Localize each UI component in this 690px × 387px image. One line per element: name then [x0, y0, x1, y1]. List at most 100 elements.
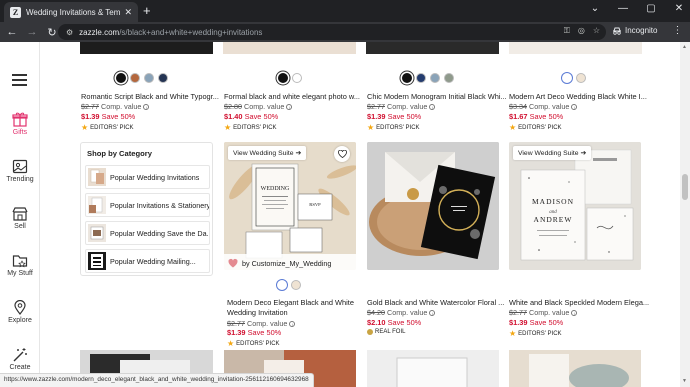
browser-tab[interactable]: Z Wedding Invitations & Templates ✕: [4, 2, 138, 22]
shop-by-category-panel: Shop by Category Popular Wedding Invitat…: [80, 142, 213, 276]
color-swatch[interactable]: [278, 73, 288, 83]
sale-amount: $1.39: [509, 318, 528, 327]
sale-price: $1.39 Save 50%: [509, 318, 563, 327]
color-swatch[interactable]: [444, 73, 454, 83]
color-swatch[interactable]: [116, 73, 126, 83]
save-percent: Save 50%: [387, 318, 422, 327]
product-title-line2[interactable]: Wedding Invitation: [227, 308, 367, 317]
product-image[interactable]: [223, 42, 356, 54]
color-swatch[interactable]: [430, 73, 440, 83]
forward-button[interactable]: →: [22, 26, 42, 38]
sidebar-item-trending[interactable]: Trending: [0, 159, 40, 183]
close-window-button[interactable]: ✕: [672, 3, 686, 14]
color-swatch[interactable]: [292, 73, 302, 83]
category-item[interactable]: Popular Wedding Invitations: [85, 165, 210, 189]
original-price: $4.20: [367, 308, 385, 317]
tab-close-icon[interactable]: ✕: [124, 7, 132, 18]
product-title[interactable]: White and Black Speckled Modern Elega...: [509, 298, 649, 307]
product-title[interactable]: Modern Deco Elegant Black and White: [227, 298, 367, 307]
product-title[interactable]: Chic Modern Monogram Initial Black Whi..…: [367, 92, 507, 101]
heart-icon: [337, 150, 347, 158]
tab-search-icon[interactable]: ⌄: [588, 3, 602, 14]
category-item[interactable]: Popular Wedding Mailing...: [85, 249, 210, 273]
product-image[interactable]: WEDDING RSVP: [224, 142, 356, 270]
maximize-button[interactable]: ▢: [644, 3, 658, 14]
back-button[interactable]: ←: [2, 26, 22, 38]
minimize-button[interactable]: —: [616, 3, 630, 14]
product-title[interactable]: Formal black and white elegant photo w..…: [224, 92, 364, 101]
color-swatch[interactable]: [576, 73, 586, 83]
info-icon[interactable]: i: [429, 104, 436, 111]
product-image[interactable]: [509, 42, 642, 54]
info-icon[interactable]: i: [143, 104, 150, 111]
color-swatch[interactable]: [291, 280, 301, 290]
comp-value: $2.77 Comp. value i: [227, 319, 296, 328]
star-icon: ★: [509, 123, 517, 132]
sale-amount: $1.67: [509, 112, 528, 121]
scroll-up-icon[interactable]: ▲: [682, 44, 687, 50]
bookmark-star-icon[interactable]: ☆: [593, 26, 600, 36]
scroll-down-icon[interactable]: ▼: [682, 378, 687, 384]
sidebar-item-sell[interactable]: Sell: [0, 206, 40, 230]
color-swatch[interactable]: [562, 73, 572, 83]
color-swatch[interactable]: [130, 73, 140, 83]
sidebar-item-explore[interactable]: Explore: [0, 300, 40, 324]
sale-amount: $1.40: [224, 112, 243, 121]
color-swatch[interactable]: [402, 73, 412, 83]
sidebar-item-my-stuff[interactable]: My Stuff: [0, 253, 40, 277]
designer-byline[interactable]: by Customize_My_Wedding: [224, 254, 356, 272]
rsvp-card-text: RSVP: [309, 202, 321, 207]
color-swatch[interactable]: [277, 280, 287, 290]
view-wedding-suite-button[interactable]: View Wedding Suite ➔: [513, 146, 592, 160]
product-image[interactable]: [367, 142, 499, 270]
info-icon[interactable]: i: [286, 104, 293, 111]
category-item[interactable]: Popular Wedding Save the Da...: [85, 221, 210, 245]
invitation-photo: [367, 142, 499, 270]
product-image[interactable]: [366, 42, 499, 54]
sale-price: $1.40 Save 50%: [224, 112, 278, 121]
color-swatch[interactable]: [144, 73, 154, 83]
page-scrollbar[interactable]: ▲ ▼: [680, 42, 690, 387]
color-swatch[interactable]: [416, 73, 426, 83]
address-bar[interactable]: ⚙ zazzle.com/s/black+and+white+wedding+i…: [58, 24, 606, 40]
new-tab-button[interactable]: +: [143, 4, 151, 17]
badge-label: EDITORS' PICK: [236, 340, 280, 347]
product-title[interactable]: Modern Art Deco Wedding Black White I...: [509, 92, 649, 101]
info-icon[interactable]: i: [289, 321, 296, 328]
sale-price: $1.39 Save 50%: [81, 112, 135, 121]
browser-menu-icon[interactable]: ⋮: [672, 25, 682, 36]
info-icon[interactable]: i: [571, 310, 578, 317]
info-icon[interactable]: i: [571, 104, 578, 111]
view-wedding-suite-button[interactable]: View Wedding Suite ➔: [228, 146, 307, 160]
badge-label: EDITORS' PICK: [90, 124, 134, 131]
product-title[interactable]: Gold Black and White Watercolor Floral .…: [367, 298, 507, 307]
foil-icon: [367, 329, 373, 335]
sale-price: $1.39 Save 50%: [367, 112, 421, 121]
product-image[interactable]: MADISON and ANDREW: [509, 142, 641, 270]
hamburger-menu-icon[interactable]: [12, 74, 27, 89]
scrollbar-thumb[interactable]: [682, 174, 688, 200]
save-percent: Save 50%: [101, 112, 136, 121]
zazzle-favicon-icon: Z: [10, 6, 21, 18]
favorite-button[interactable]: [334, 146, 350, 162]
password-key-icon[interactable]: ⚿: [564, 26, 570, 36]
product-image[interactable]: [509, 350, 641, 387]
sidebar-item-label: Explore: [8, 317, 32, 324]
site-info-icon[interactable]: ⚙: [66, 28, 73, 37]
sidebar-item-gifts[interactable]: Gifts: [0, 112, 40, 136]
info-icon[interactable]: i: [429, 310, 436, 317]
color-swatch[interactable]: [158, 73, 168, 83]
category-item[interactable]: Popular Invitations & Stationery: [85, 193, 210, 217]
product-photo: [367, 350, 499, 387]
eye-off-icon[interactable]: ◎: [578, 26, 585, 36]
sidebar-item-create[interactable]: Create: [0, 347, 40, 371]
product-title[interactable]: Romantic Script Black and White Typogr..…: [81, 92, 221, 101]
comp-value: $3.34 Comp. value i: [509, 102, 578, 111]
comp-label: Comp. value: [529, 308, 570, 317]
product-image[interactable]: [80, 42, 213, 54]
link-status-bar: https://www.zazzle.com/modern_deco_elega…: [0, 373, 314, 387]
product-image[interactable]: [367, 350, 499, 387]
badge-label: REAL FOIL: [375, 329, 406, 335]
url-text: zazzle.com/s/black+and+white+wedding+inv…: [79, 28, 262, 37]
incognito-indicator[interactable]: Incognito ⋮: [612, 25, 682, 36]
